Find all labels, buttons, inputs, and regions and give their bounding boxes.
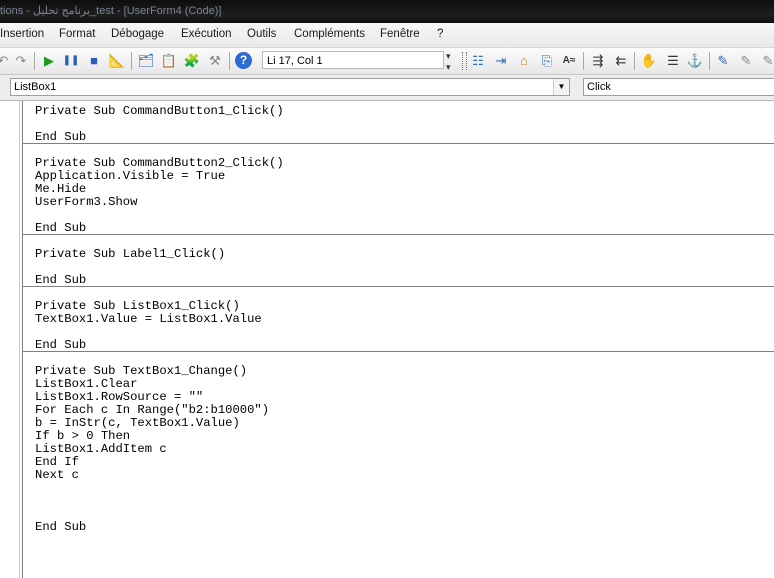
code-line[interactable]: Private Sub TextBox1_Change() — [35, 364, 247, 378]
menu-help[interactable]: ? — [437, 28, 443, 40]
code-line[interactable]: Private Sub CommandButton1_Click() — [35, 104, 284, 118]
list-constants-icon[interactable]: ⇥ — [492, 52, 510, 70]
pause-icon[interactable]: ❚❚ — [62, 52, 80, 70]
procedure-commandbutton2-click[interactable]: Private Sub CommandButton2_Click() Appli… — [35, 157, 284, 235]
toolbar-separator — [34, 52, 35, 70]
procedure-combo-value: Click — [587, 81, 611, 93]
margin-line — [19, 101, 20, 578]
object-combo[interactable]: ListBox1 ▼ — [10, 78, 570, 96]
code-line[interactable]: End Sub — [35, 273, 86, 287]
menu-insertion[interactable]: Insertion — [0, 28, 44, 40]
procedure-listbox1-click[interactable]: Private Sub ListBox1_Click() TextBox1.Va… — [35, 300, 262, 352]
project-explorer-icon[interactable]: 🗂 — [137, 52, 155, 70]
code-line[interactable]: ListBox1.RowSource = "" — [35, 390, 203, 404]
procedure-separator — [23, 234, 774, 235]
comment-block-icon[interactable]: ☰ — [664, 52, 682, 70]
next-bookmark-icon[interactable]: ✎ — [737, 52, 755, 70]
cursor-position-field: Li 17, Col 1 — [262, 51, 444, 69]
procedure-commandbutton1-click[interactable]: Private Sub CommandButton1_Click() End S… — [35, 105, 284, 144]
toolbar-separator — [709, 52, 710, 70]
toolbar-overflow-icon[interactable]: ▾ ▾ — [446, 51, 456, 72]
menu-outils[interactable]: Outils — [247, 28, 276, 40]
toolbar-separator — [634, 52, 635, 70]
code-line[interactable]: If b > 0 Then — [35, 429, 130, 443]
code-line[interactable]: Next c — [35, 468, 79, 482]
code-line[interactable]: Application.Visible = True — [35, 169, 225, 183]
chevron-down-icon[interactable]: ▼ — [553, 79, 569, 95]
code-line[interactable]: For Each c In Range("b2:b10000") — [35, 403, 269, 417]
code-line[interactable]: End If — [35, 455, 79, 469]
complete-word-icon[interactable]: A≈ — [560, 52, 578, 70]
procedure-separator — [23, 143, 774, 144]
procedure-label1-click[interactable]: Private Sub Label1_Click() End Sub — [35, 248, 225, 287]
menu-complements[interactable]: Compléments — [294, 28, 365, 40]
procedure-separator — [23, 351, 774, 352]
uncomment-block-icon[interactable]: ⚓ — [686, 52, 704, 70]
menu-execution[interactable]: Exécution — [181, 28, 232, 40]
procedure-combo[interactable]: Click — [583, 78, 774, 96]
menu-debogage[interactable]: Débogage — [111, 28, 164, 40]
toolbar-separator — [229, 52, 230, 70]
properties-icon[interactable]: 📋 — [160, 52, 178, 70]
window-title: tions - برنامج تحليل_test - [UserForm4 (… — [0, 5, 222, 17]
toolbar-grip[interactable] — [462, 52, 467, 70]
toolbox-icon[interactable]: ⚒ — [206, 52, 224, 70]
outdent-icon[interactable]: ⇇ — [612, 52, 630, 70]
title-bar: tions - برنامج تحليل_test - [UserForm4 (… — [0, 0, 774, 23]
stop-icon[interactable]: ■ — [85, 52, 103, 70]
code-line[interactable]: ListBox1.AddItem c — [35, 442, 167, 456]
code-line[interactable]: UserForm3.Show — [35, 195, 137, 209]
toggle-bookmark-icon[interactable]: ✎ — [714, 52, 732, 70]
object-combo-value: ListBox1 — [14, 81, 57, 93]
previous-bookmark-icon[interactable]: ✎ — [759, 52, 774, 70]
toggle-breakpoint-icon[interactable]: ✋ — [640, 52, 658, 70]
design-mode-icon[interactable]: 📐 — [108, 52, 126, 70]
procedure-textbox1-change[interactable]: Private Sub TextBox1_Change() ListBox1.C… — [35, 365, 269, 534]
code-line[interactable]: End Sub — [35, 221, 86, 235]
procedure-separator — [23, 286, 774, 287]
code-line[interactable]: Private Sub ListBox1_Click() — [35, 299, 240, 313]
object-browser-icon[interactable]: 🧩 — [183, 52, 201, 70]
code-line[interactable]: ListBox1.Clear — [35, 377, 137, 391]
code-line[interactable]: Private Sub CommandButton2_Click() — [35, 156, 284, 170]
quick-info-icon[interactable]: ⌂ — [515, 52, 533, 70]
indent-icon[interactable]: ⇶ — [589, 52, 607, 70]
menu-format[interactable]: Format — [59, 28, 95, 40]
code-window-header: ListBox1 ▼ Click — [0, 75, 774, 101]
menu-fenetre[interactable]: Fenêtre — [380, 28, 420, 40]
code-line[interactable]: b = InStr(c, TextBox1.Value) — [35, 416, 240, 430]
code-line[interactable]: End Sub — [35, 520, 86, 534]
parameter-info-icon[interactable]: ⎘ — [538, 52, 556, 70]
code-line[interactable]: End Sub — [35, 338, 86, 352]
redo-icon[interactable]: ↷ — [12, 52, 30, 70]
undo-icon[interactable]: ↶ — [0, 52, 12, 70]
code-line[interactable]: End Sub — [35, 130, 86, 144]
code-line[interactable]: TextBox1.Value = ListBox1.Value — [35, 312, 262, 326]
code-line[interactable]: Private Sub Label1_Click() — [35, 247, 225, 261]
help-icon[interactable]: ? — [235, 52, 252, 69]
menu-bar: Insertion Format Débogage Exécution Outi… — [0, 23, 774, 48]
toolbar-separator — [131, 52, 132, 70]
code-editor[interactable]: Private Sub CommandButton1_Click() End S… — [0, 101, 774, 578]
list-properties-icon[interactable]: ☷ — [469, 52, 487, 70]
run-icon[interactable]: ▶ — [40, 52, 58, 70]
toolbar-separator — [583, 52, 584, 70]
code-line[interactable]: Me.Hide — [35, 182, 86, 196]
